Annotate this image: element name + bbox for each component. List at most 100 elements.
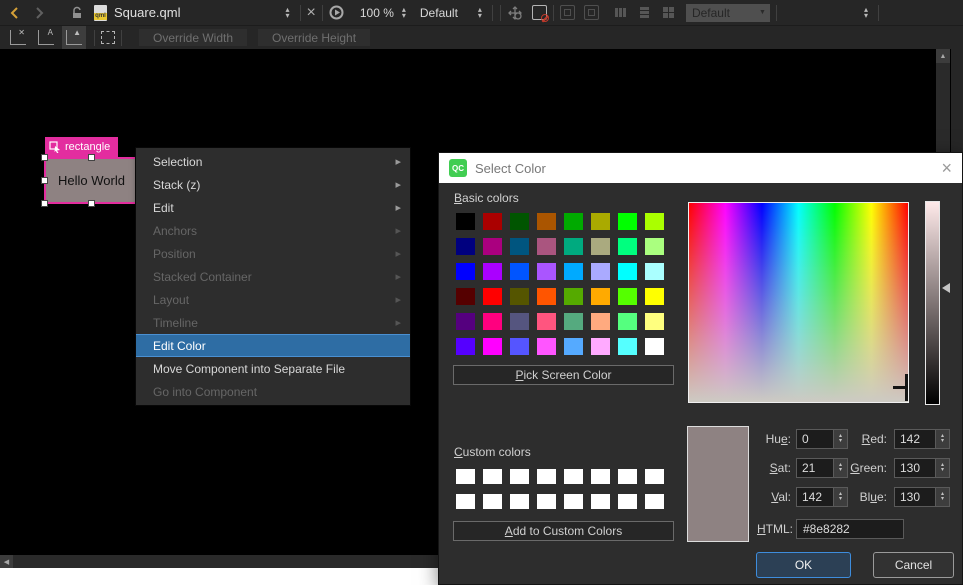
basic-color-swatch[interactable] [537,313,556,330]
red-input[interactable] [895,430,935,448]
basic-color-swatch[interactable] [537,213,556,230]
blue-input[interactable] [895,488,935,506]
basic-color-swatch[interactable] [483,313,502,330]
basic-color-swatch[interactable] [564,238,583,255]
custom-color-swatch[interactable] [591,494,610,509]
canvas-component[interactable]: Hello World [44,157,139,204]
basic-color-swatch[interactable] [564,338,583,355]
basic-color-swatch[interactable] [645,263,664,280]
html-input[interactable] [796,519,904,539]
basic-color-swatch[interactable] [591,213,610,230]
basic-color-swatch[interactable] [510,263,529,280]
no-snapping-icon[interactable] [532,5,547,20]
lock-icon[interactable] [70,6,84,20]
cancel-button[interactable]: Cancel [873,552,954,578]
custom-color-swatch[interactable] [510,494,529,509]
live-preview-icon[interactable] [329,5,344,20]
basic-color-swatch[interactable] [645,288,664,305]
transform-anchor-icon[interactable] [507,5,523,21]
resize-handle[interactable] [41,200,48,207]
basic-color-swatch[interactable] [456,313,475,330]
menu-item-move-component-into-separate-file[interactable]: Move Component into Separate File ▸ [136,357,410,380]
custom-color-swatch[interactable] [564,494,583,509]
basic-color-swatch[interactable] [456,213,475,230]
custom-color-swatch[interactable] [591,469,610,484]
basic-color-swatch[interactable] [537,238,556,255]
basic-color-swatch[interactable] [510,313,529,330]
basic-color-swatch[interactable] [618,338,637,355]
back-icon[interactable] [8,6,22,20]
state-selector-stepper[interactable]: ▴▾ [478,7,482,19]
basic-color-swatch[interactable] [591,313,610,330]
resize-handle[interactable] [88,200,95,207]
override-height-button[interactable]: Override Height [258,29,370,46]
custom-color-swatch[interactable] [510,469,529,484]
basic-color-swatch[interactable] [591,338,610,355]
row-layout-icon[interactable] [615,8,626,17]
override-width-button[interactable]: Override Width [139,29,247,46]
basic-color-swatch[interactable] [483,338,502,355]
column-layout-icon[interactable] [640,7,649,18]
basic-color-swatch[interactable] [645,238,664,255]
value-slider[interactable] [925,201,940,405]
dialog-close-icon[interactable]: × [941,159,952,177]
preview-zoom-stepper[interactable]: ▴▾ [402,7,406,19]
custom-color-swatch[interactable] [456,494,475,509]
basic-color-swatch[interactable] [591,263,610,280]
basic-color-swatch[interactable] [618,288,637,305]
resize-handle[interactable] [41,154,48,161]
add-to-custom-colors-button[interactable]: Add to Custom Colors [453,521,674,541]
basic-color-swatch[interactable] [510,213,529,230]
basic-color-swatch[interactable] [564,213,583,230]
horizontal-scrollbar[interactable]: ◀ [0,555,438,568]
vertical-scrollbar[interactable]: ▲ [936,49,950,153]
show-bounding-rects-icon[interactable] [101,31,115,44]
basic-color-swatch[interactable] [618,238,637,255]
basic-color-swatch[interactable] [591,288,610,305]
custom-color-swatch[interactable] [618,494,637,509]
basic-color-swatch[interactable] [537,263,556,280]
custom-color-swatch[interactable] [537,469,556,484]
reset-size-icon[interactable]: ✕ [10,30,26,45]
preview-zoom-value[interactable]: 100 % [360,6,394,20]
scroll-up-button[interactable]: ▲ [936,49,950,63]
custom-color-swatch[interactable] [564,469,583,484]
basic-color-swatch[interactable] [564,313,583,330]
toolbar-right-stepper[interactable]: ▴▾ [864,7,868,19]
custom-color-swatch[interactable] [456,469,475,484]
basic-color-swatch[interactable] [537,288,556,305]
file-selector[interactable]: Square.qml [114,5,180,20]
hue-saturation-map[interactable] [688,202,909,403]
forward-icon[interactable] [32,6,46,20]
pick-screen-color-button[interactable]: Pick Screen Color [453,365,674,385]
basic-color-swatch[interactable] [483,263,502,280]
file-selector-stepper[interactable]: ▴▾ [285,7,289,19]
dialog-titlebar[interactable]: QC Select Color × [439,153,962,183]
green-stepper[interactable]: ▴▾ [935,459,949,477]
custom-color-swatch[interactable] [618,469,637,484]
basic-color-swatch[interactable] [456,338,475,355]
basic-color-swatch[interactable] [564,263,583,280]
value-slider-handle[interactable] [942,283,950,293]
scroll-left-button[interactable]: ◀ [0,555,13,568]
grid-layout-icon[interactable] [663,7,674,18]
menu-item-selection[interactable]: Selection ▸ [136,150,410,173]
ok-button[interactable]: OK [756,552,851,578]
basic-color-swatch[interactable] [483,213,502,230]
menu-item-stack-z[interactable]: Stack (z) ▸ [136,173,410,196]
basic-color-swatch[interactable] [456,238,475,255]
menu-item-edit-color[interactable]: Edit Color ▸ [136,334,410,357]
basic-color-swatch[interactable] [483,288,502,305]
snap-to-parent-icon[interactable] [560,5,575,20]
custom-color-swatch[interactable] [483,469,502,484]
component-label-tab[interactable]: rectangle [45,137,118,157]
basic-color-swatch[interactable] [456,263,475,280]
close-file-icon[interactable]: × [307,5,316,21]
basic-color-swatch[interactable] [618,263,637,280]
custom-color-swatch[interactable] [537,494,556,509]
basic-color-swatch[interactable] [618,213,637,230]
basic-color-swatch[interactable] [645,313,664,330]
set-anchors-icon[interactable]: ▲ [66,30,82,45]
snap-with-anchors-icon[interactable] [584,5,599,20]
custom-color-swatch[interactable] [645,469,664,484]
